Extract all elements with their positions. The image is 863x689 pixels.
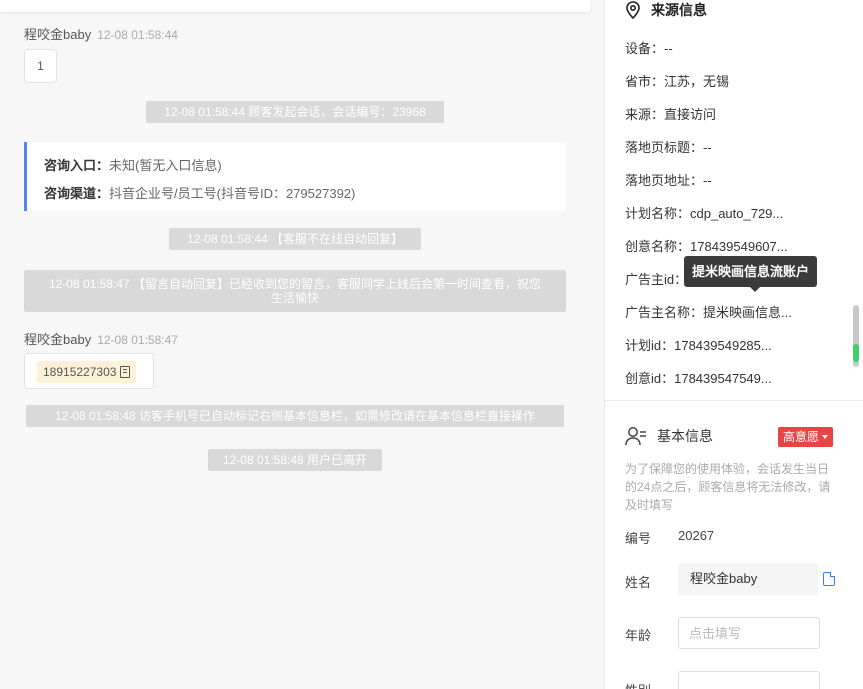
- source-plan-name: 计划名称：cdp_auto_729...: [625, 206, 784, 221]
- chat-panel: 程咬金baby 12-08 01:58:44 1 12-08 01:58:44 顾…: [0, 0, 604, 689]
- section-divider: [605, 400, 863, 401]
- source-plan-id: 计划id：178439549285...: [625, 338, 772, 353]
- consult-entry-value: 未知(暂无入口信息): [109, 158, 222, 173]
- sender-name: 程咬金baby: [24, 332, 92, 347]
- source-advertiser-name[interactable]: 广告主名称：提米映画信息...: [625, 302, 792, 321]
- consult-info-card: 咨询入口：未知(暂无入口信息) 咨询渠道：抖音企业号/员工号(抖音号ID：279…: [24, 142, 566, 211]
- copy-icon[interactable]: [120, 366, 131, 378]
- sender-name: 程咬金baby: [24, 27, 92, 42]
- consult-channel-label: 咨询渠道：: [44, 186, 110, 201]
- source-info-title: 来源信息: [651, 2, 707, 18]
- source-creative-name: 创意名称：178439549607...: [625, 239, 788, 254]
- name-field[interactable]: 程咬金baby: [678, 563, 818, 595]
- basic-info-title: 基本信息: [657, 428, 713, 444]
- system-message-auto-reply: 12-08 01:58:47 【留言自动回复】已经收到您的留言，客服同学上线后会…: [24, 270, 566, 312]
- intent-level-badge[interactable]: 高意愿: [778, 427, 834, 447]
- chat-top-bar: [0, 0, 590, 12]
- message-time: 12-08 01:58:44: [97, 28, 178, 42]
- name-label: 姓名: [625, 575, 652, 590]
- caret-down-icon: [822, 435, 829, 439]
- gender-input[interactable]: [678, 671, 820, 689]
- source-origin: 来源：直接访问: [625, 107, 717, 122]
- message-text: 1: [37, 59, 44, 73]
- basic-info-header: 基本信息: [625, 426, 713, 446]
- copy-icon[interactable]: [823, 572, 835, 586]
- source-landing-title: 落地页标题：--: [625, 140, 712, 155]
- source-landing-url: 落地页地址：--: [625, 173, 712, 188]
- edit-deadline-note: 为了保障您的使用体验，会话发生当日的24点之后，顾客信息将无法修改，请及时填写: [625, 462, 831, 512]
- location-pin-icon: [626, 1, 640, 19]
- gender-label: 性别: [625, 680, 651, 689]
- id-label: 编号: [625, 531, 652, 546]
- phone-number: 18915227303: [43, 365, 117, 379]
- message-sender: 程咬金baby 12-08 01:58:47: [24, 329, 178, 348]
- user-icon: [625, 427, 646, 446]
- source-creative-id: 创意id：178439547549...: [625, 371, 772, 386]
- id-value: 20267: [678, 528, 715, 543]
- intent-level-label: 高意愿: [783, 430, 820, 444]
- message-time: 12-08 01:58:47: [97, 333, 178, 347]
- system-message-phone-marked: 12-08 01:58:48 访客手机号已自动标记右侧基本信息栏，如需修改请在基…: [26, 405, 564, 427]
- consult-channel-value: 抖音企业号/员工号(抖音号ID：279527392): [109, 186, 356, 201]
- source-device: 设备：--: [625, 41, 673, 56]
- system-message-offline-reply: 12-08 01:58:44 【客服不在线自动回复】: [169, 228, 421, 250]
- advertiser-name-tooltip: 提米映画信息流账户: [684, 256, 818, 292]
- message-sender: 程咬金baby 12-08 01:58:44: [24, 24, 178, 43]
- phone-message-bubble: 18915227303: [24, 353, 154, 389]
- source-info-header: 来源信息: [625, 0, 707, 20]
- age-label: 年龄: [625, 628, 652, 643]
- phone-number-tag[interactable]: 18915227303: [37, 361, 137, 383]
- customer-info-panel: 来源信息 设备：-- 省市：江苏，无锡 来源：直接访问 落地页标题：-- 落地页…: [604, 0, 863, 689]
- message-bubble: 1: [24, 49, 57, 83]
- scrollbar-indicator: [853, 344, 859, 362]
- consult-entry-label: 咨询入口：: [44, 158, 110, 173]
- age-input[interactable]: [678, 617, 820, 649]
- source-region: 省市：江苏，无锡: [625, 74, 730, 89]
- system-message-user-left: 12-08 01:58:48 用户已离开: [208, 449, 382, 471]
- system-message-session-start: 12-08 01:58:44 顾客发起会话，会话编号：23968: [146, 101, 444, 123]
